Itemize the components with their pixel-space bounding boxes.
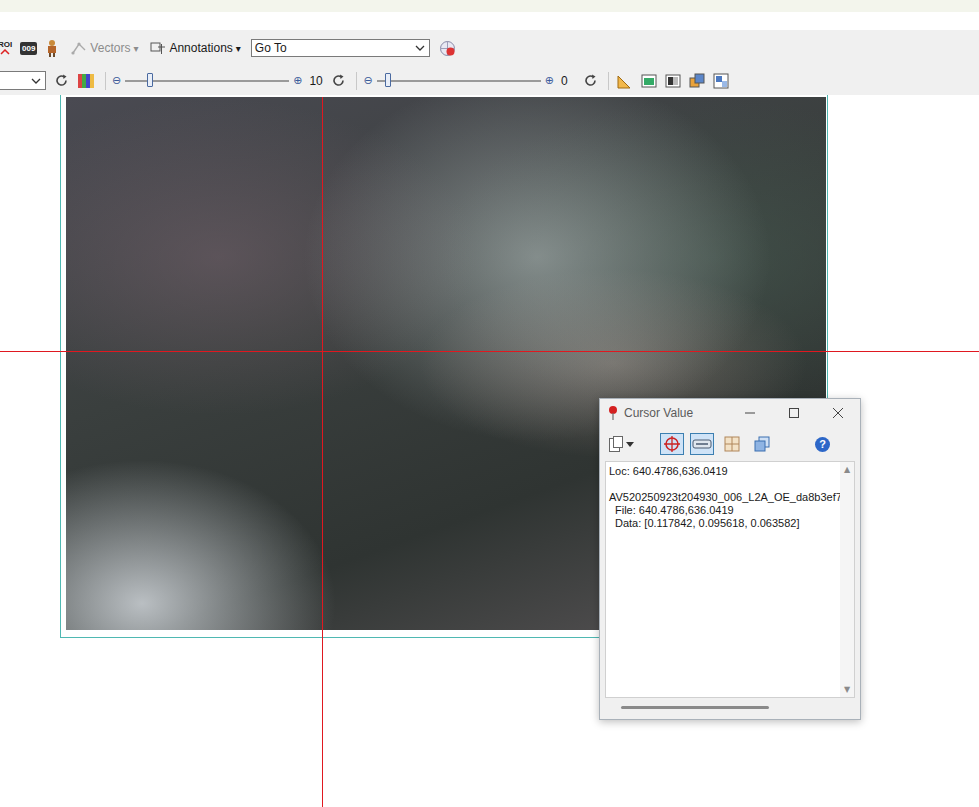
toolbar-row: ROI 009 Vectors▾ Annotations▾ Go To	[0, 30, 979, 66]
image-view[interactable]: Cursor Value ? Loc: 640.4786,636.0419 AV…	[0, 95, 979, 807]
slider-reading: 0	[561, 74, 575, 88]
counter-icon[interactable]: 009	[20, 42, 37, 55]
annotations-icon	[150, 41, 166, 55]
vectors-menu[interactable]: Vectors▾	[71, 41, 138, 55]
toolbar-row: ⊖ ⊕ 10 ⊖ ⊕ 0	[0, 66, 979, 95]
scroll-up-button[interactable]: ▲	[844, 465, 850, 474]
slider-reading: 10	[309, 74, 323, 88]
refresh-icon[interactable]	[583, 73, 598, 88]
vectors-icon	[71, 41, 87, 55]
caret-icon	[626, 442, 634, 447]
layers-icon[interactable]	[689, 73, 705, 89]
top-strip	[0, 0, 979, 12]
slider-track[interactable]	[125, 80, 289, 82]
slider-thumb[interactable]	[385, 73, 391, 87]
slider-thumb[interactable]	[147, 73, 153, 87]
increase-button[interactable]: ⊕	[291, 74, 304, 87]
chevron-icon	[415, 45, 425, 51]
loc-line: Loc: 640.4786,636.0419	[609, 465, 837, 478]
dataset-line: AV520250923t204930_006_L2A_OE_da8b3ef7	[609, 491, 837, 504]
crosshair-icon	[663, 435, 681, 453]
crosshair-vertical	[322, 97, 323, 807]
envi-screen: ROI 009 Vectors▾ Annotations▾ Go To ⊖ ⊕ …	[0, 0, 979, 807]
annotations-menu[interactable]: Annotations▾	[150, 41, 240, 55]
chevron-icon	[31, 78, 41, 84]
ruler-icon[interactable]	[617, 73, 633, 89]
title-bar[interactable]: Cursor Value	[600, 399, 860, 427]
figure-icon[interactable]	[45, 39, 59, 57]
stack-icon	[753, 435, 771, 453]
decrease-button[interactable]: ⊖	[110, 74, 123, 87]
portal-icon[interactable]	[713, 73, 729, 89]
minimize-icon[interactable]	[728, 399, 772, 427]
slider-track[interactable]	[377, 80, 541, 82]
slider-group: ⊖ ⊕ 10	[110, 73, 346, 88]
slider-group: ⊖ ⊕ 0	[361, 73, 597, 88]
cursor-value-window[interactable]: Cursor Value ? Loc: 640.4786,636.0419 AV…	[599, 398, 861, 720]
globe-icon[interactable]	[439, 40, 456, 57]
layers-tool[interactable]	[750, 433, 774, 455]
link-tool[interactable]	[690, 433, 714, 455]
vertical-scrollbar[interactable]: ▲ ▼	[840, 462, 854, 697]
file-line: File: 640.4786,636.0419	[609, 504, 837, 517]
data-line: Data: [0.117842, 0.095618, 0.063582]	[609, 517, 837, 530]
image-icon[interactable]	[641, 74, 657, 88]
palette-icon[interactable]	[77, 73, 95, 89]
scroll-thumb[interactable]	[621, 706, 769, 709]
clipboard-icon	[608, 435, 624, 453]
value-text[interactable]: Loc: 640.4786,636.0419 AV520250923t20493…	[606, 462, 840, 697]
copy-button[interactable]	[608, 435, 634, 453]
layer-dropdown[interactable]	[0, 71, 46, 90]
toolbar: ROI 009 Vectors▾ Annotations▾ Go To ⊖ ⊕ …	[0, 30, 979, 95]
close-icon[interactable]	[816, 399, 860, 427]
grid-tool[interactable]	[720, 433, 744, 455]
refresh-icon[interactable]	[331, 73, 346, 88]
decrease-button[interactable]: ⊖	[361, 74, 374, 87]
refresh-icon[interactable]	[54, 73, 69, 88]
crosshair-tool[interactable]	[660, 433, 684, 455]
crosshair-horizontal	[0, 351, 979, 352]
window-toolbar: ?	[600, 427, 860, 461]
value-panel: Loc: 640.4786,636.0419 AV520250923t20493…	[605, 461, 855, 698]
increase-button[interactable]: ⊕	[543, 74, 556, 87]
help-button[interactable]: ?	[815, 437, 830, 452]
roi-icon[interactable]: ROI	[0, 41, 14, 55]
maximize-icon[interactable]	[772, 399, 816, 427]
contrast-icon[interactable]	[665, 74, 681, 88]
link-icon	[692, 437, 712, 451]
pin-icon	[608, 405, 618, 421]
scroll-down-button[interactable]: ▼	[844, 685, 850, 694]
grid-icon	[723, 435, 741, 453]
horizontal-scrollbar[interactable]	[605, 698, 855, 716]
goto-field[interactable]: Go To	[251, 39, 430, 57]
